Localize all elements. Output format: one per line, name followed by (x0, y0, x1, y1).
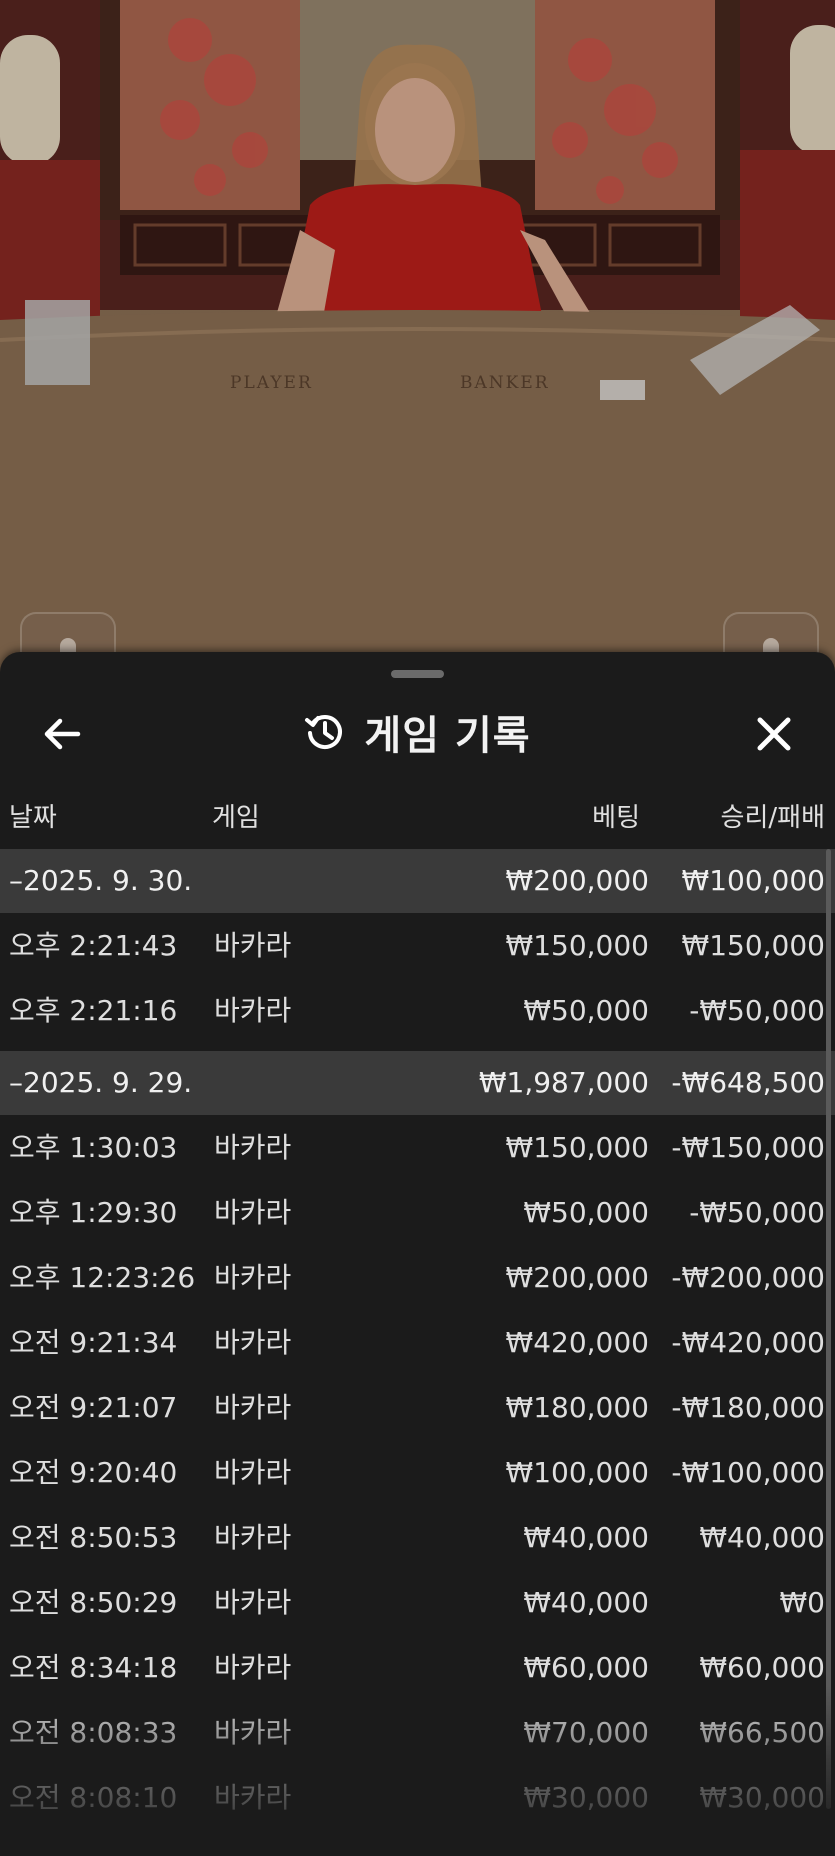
live-dealer-video: PLAYER BANKER (0, 0, 835, 700)
table-row[interactable]: 오후 1:29:30 바카라 ₩50,000 -₩50,000 (0, 1180, 835, 1245)
row-game: 바카라 (214, 1716, 292, 1749)
column-header-date: 날짜 (9, 803, 57, 833)
row-time: 오전 9:20:40 (9, 1456, 178, 1489)
sheet-drag-handle[interactable] (391, 670, 444, 678)
row-game: 바카라 (214, 1391, 292, 1424)
table-row[interactable]: 오전 9:21:34 바카라 ₩420,000 -₩420,000 (0, 1310, 835, 1375)
date-group-row[interactable]: –2025. 9. 29. ₩1,987,000 -₩648,500 (0, 1051, 835, 1115)
row-bet: ₩40,000 (523, 1521, 649, 1554)
table-row[interactable]: 오전 8:34:18 바카라 ₩60,000 ₩60,000 (0, 1635, 835, 1700)
row-time: 오전 8:34:18 (9, 1651, 178, 1684)
video-dim-overlay (0, 0, 835, 700)
row-game: 바카라 (214, 1326, 292, 1359)
row-spacer (0, 1043, 835, 1051)
column-header-bet: 베팅 (592, 803, 640, 833)
row-bet: ₩50,000 (523, 994, 649, 1027)
row-time: 오후 2:21:43 (9, 929, 178, 962)
table-row[interactable]: 오후 2:21:16 바카라 ₩50,000 -₩50,000 (0, 978, 835, 1043)
group-win-loss-total: ₩100,000 (681, 864, 825, 897)
row-game: 바카라 (214, 929, 292, 962)
group-date: –2025. 9. 30. (9, 864, 193, 897)
row-win-loss: -₩100,000 (671, 1456, 825, 1489)
row-bet: ₩150,000 (505, 929, 649, 962)
table-row[interactable]: 오전 8:50:53 바카라 ₩40,000 ₩40,000 (0, 1505, 835, 1570)
row-game: 바카라 (214, 1131, 292, 1164)
row-bet: ₩200,000 (505, 1261, 649, 1294)
row-game: 바카라 (214, 994, 292, 1027)
scrollbar[interactable] (826, 849, 831, 1809)
row-game: 바카라 (214, 1196, 292, 1229)
row-win-loss: ₩66,500 (699, 1716, 825, 1749)
table-row[interactable]: 오전 9:20:40 바카라 ₩100,000 -₩100,000 (0, 1440, 835, 1505)
group-win-loss-total: -₩648,500 (671, 1066, 825, 1099)
row-bet: ₩60,000 (523, 1651, 649, 1684)
sheet-title-group: 게임 기록 (0, 692, 835, 772)
table-row[interactable]: 오후 2:21:43 바카라 ₩150,000 ₩150,000 (0, 913, 835, 978)
row-win-loss: ₩30,000 (699, 1781, 825, 1814)
row-win-loss: -₩50,000 (689, 994, 825, 1027)
row-win-loss: ₩40,000 (699, 1521, 825, 1554)
column-header-win-loss: 승리/패배 (720, 803, 825, 833)
row-win-loss: -₩180,000 (671, 1391, 825, 1424)
sheet-title: 게임 기록 (364, 713, 531, 759)
history-table: –2025. 9. 30. ₩200,000 ₩100,000 오후 2:21:… (0, 849, 835, 1830)
table-row[interactable]: 오후 1:30:03 바카라 ₩150,000 -₩150,000 (0, 1115, 835, 1180)
date-group-row[interactable]: –2025. 9. 30. ₩200,000 ₩100,000 (0, 849, 835, 913)
game-history-sheet: 게임 기록 날짜 게임 베팅 승리/패배 –2025. 9. 30. ₩200,… (0, 652, 835, 1856)
row-win-loss: -₩150,000 (671, 1131, 825, 1164)
row-bet: ₩40,000 (523, 1586, 649, 1619)
row-bet: ₩150,000 (505, 1131, 649, 1164)
table-row[interactable]: 오전 8:08:10 바카라 ₩30,000 ₩30,000 (0, 1765, 835, 1830)
row-win-loss: -₩420,000 (671, 1326, 825, 1359)
table-row[interactable]: 오후 12:23:26 바카라 ₩200,000 -₩200,000 (0, 1245, 835, 1310)
row-time: 오후 1:30:03 (9, 1131, 178, 1164)
row-time: 오전 8:50:53 (9, 1521, 178, 1554)
history-icon (305, 715, 343, 750)
group-bet-total: ₩200,000 (505, 864, 649, 897)
sheet-header: 게임 기록 (0, 692, 835, 772)
column-header-game: 게임 (212, 803, 260, 833)
row-game: 바카라 (214, 1456, 292, 1489)
row-time: 오전 8:08:33 (9, 1716, 178, 1749)
row-time: 오후 12:23:26 (9, 1261, 196, 1294)
table-row[interactable]: 오전 8:08:33 바카라 ₩70,000 ₩66,500 (0, 1700, 835, 1765)
row-game: 바카라 (214, 1781, 292, 1814)
row-time: 오전 8:50:29 (9, 1586, 178, 1619)
row-bet: ₩420,000 (505, 1326, 649, 1359)
table-row[interactable]: 오전 9:21:07 바카라 ₩180,000 -₩180,000 (0, 1375, 835, 1440)
group-bet-total: ₩1,987,000 (478, 1066, 649, 1099)
row-win-loss: ₩60,000 (699, 1651, 825, 1684)
row-time: 오전 8:08:10 (9, 1781, 178, 1814)
row-time: 오후 2:21:16 (9, 994, 178, 1027)
row-win-loss: -₩50,000 (689, 1196, 825, 1229)
row-win-loss: ₩0 (779, 1586, 826, 1619)
close-icon (757, 717, 791, 751)
row-bet: ₩30,000 (523, 1781, 649, 1814)
row-bet: ₩50,000 (523, 1196, 649, 1229)
row-bet: ₩70,000 (523, 1716, 649, 1749)
row-time: 오전 9:21:34 (9, 1326, 178, 1359)
group-date: –2025. 9. 29. (9, 1066, 193, 1099)
row-bet: ₩180,000 (505, 1391, 649, 1424)
row-win-loss: ₩150,000 (681, 929, 825, 962)
row-game: 바카라 (214, 1261, 292, 1294)
row-bet: ₩100,000 (505, 1456, 649, 1489)
row-game: 바카라 (214, 1651, 292, 1684)
table-row[interactable]: 오전 8:50:29 바카라 ₩40,000 ₩0 (0, 1570, 835, 1635)
row-time: 오후 1:29:30 (9, 1196, 178, 1229)
row-win-loss: -₩200,000 (671, 1261, 825, 1294)
row-game: 바카라 (214, 1521, 292, 1554)
row-time: 오전 9:21:07 (9, 1391, 178, 1424)
row-game: 바카라 (214, 1586, 292, 1619)
close-button[interactable] (752, 712, 796, 756)
